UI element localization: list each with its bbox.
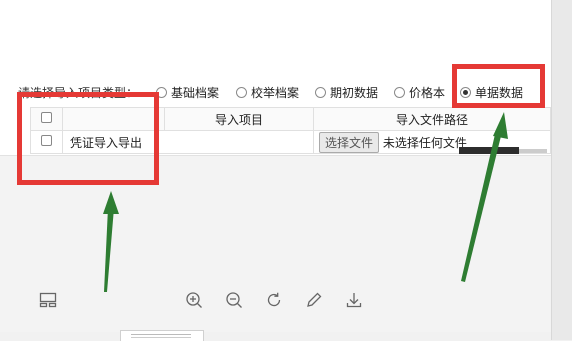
horizontal-scroll-track[interactable]: [519, 149, 547, 153]
radio-label: 校举档案: [251, 86, 300, 100]
radio-button[interactable]: [315, 87, 326, 98]
zoom-in-icon[interactable]: [182, 288, 206, 312]
zoom-out-icon[interactable]: [222, 288, 246, 312]
viewer-toolbar: [36, 288, 396, 312]
header-file-path: 导入文件路径: [313, 107, 551, 131]
radio-button[interactable]: [394, 87, 405, 98]
horizontal-scroll-thumb[interactable]: [459, 147, 519, 154]
choose-file-button[interactable]: 选择文件: [319, 131, 380, 153]
highlight-box-documents: [452, 64, 545, 108]
radio-label: 基础档案: [171, 86, 220, 100]
file-status: 未选择任何文件: [382, 135, 467, 150]
radio-option-archive[interactable]: 校举档案: [236, 84, 299, 101]
layout-icon[interactable]: [36, 288, 60, 312]
radio-option-opening[interactable]: 期初数据: [315, 84, 378, 101]
radio-option-basic[interactable]: 基础档案: [156, 84, 219, 101]
highlight-box-item: [17, 92, 159, 185]
radio-button[interactable]: [236, 87, 247, 98]
viewer-panel: 请选择导入项目类型： 基础档案 校举档案 期初数据 价格本 单据数据 导入项目 …: [0, 0, 551, 332]
vertical-scrollbar[interactable]: [551, 0, 572, 340]
page-thumbnail[interactable]: [120, 330, 204, 341]
edit-icon[interactable]: [302, 288, 326, 312]
radio-label: 期初数据: [330, 86, 379, 100]
rotate-icon[interactable]: [262, 288, 286, 312]
radio-label: 价格本: [409, 86, 446, 100]
radio-option-price-book[interactable]: 价格本: [394, 84, 445, 101]
download-icon[interactable]: [342, 288, 366, 312]
header-import-item: 导入项目: [164, 107, 314, 131]
